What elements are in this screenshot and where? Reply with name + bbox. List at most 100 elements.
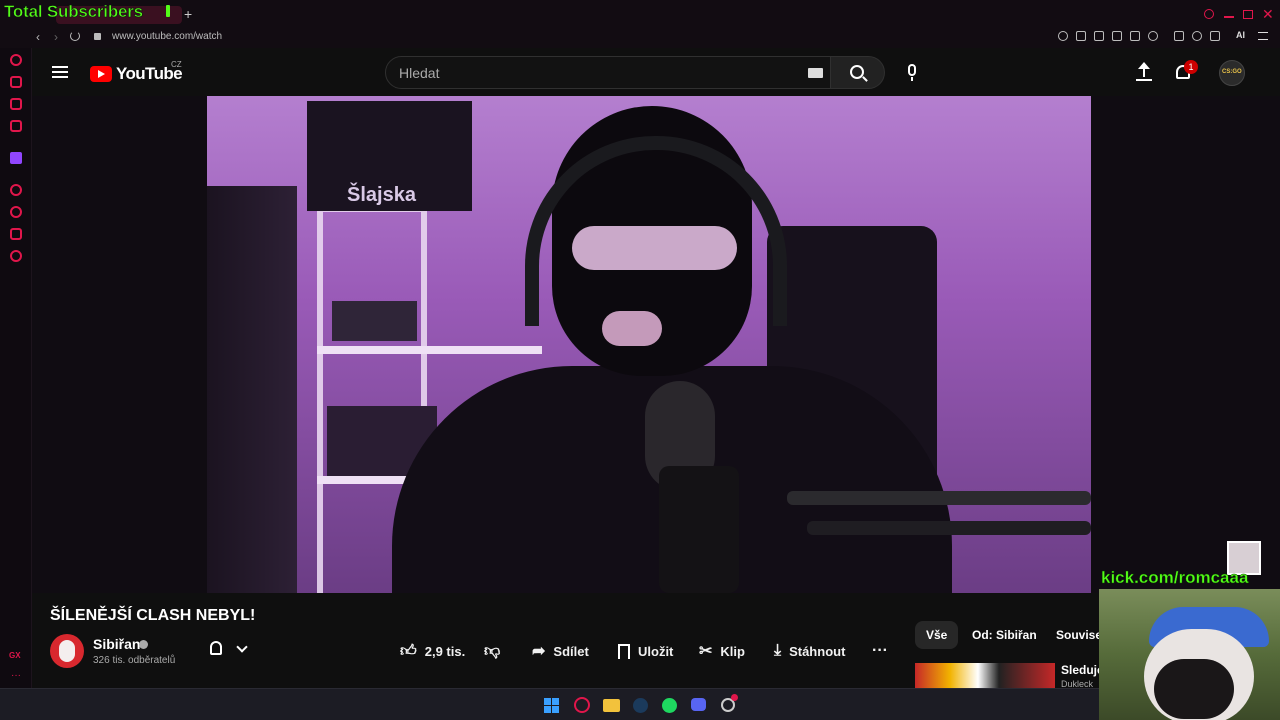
chip-from-channel[interactable]: Od: Sibiřan [962, 621, 1047, 649]
download-button[interactable]: ⤓ Stáhnout [774, 634, 845, 668]
sidebar-extensions-icon[interactable] [10, 228, 22, 240]
forward-icon[interactable]: › [54, 30, 58, 44]
shield-icon[interactable] [1130, 31, 1140, 41]
app-tray-icon[interactable] [721, 694, 738, 712]
windows-taskbar [0, 688, 1280, 720]
zoom-icon[interactable] [1058, 31, 1068, 41]
back-icon[interactable]: ‹ [36, 30, 40, 44]
region-label: CZ [171, 60, 182, 69]
shelf-device [332, 301, 417, 341]
chip-related[interactable]: Souvisej [1046, 621, 1100, 649]
url-field[interactable]: www.youtube.com/watch [112, 31, 222, 42]
extension-icon[interactable] [1112, 31, 1122, 41]
sidebar-settings-icon[interactable] [10, 250, 22, 262]
share-button[interactable]: ➦ Sdílet [532, 634, 589, 668]
new-tab-button[interactable]: + [184, 6, 198, 22]
youtube-logo[interactable]: YouTube [90, 64, 183, 84]
search-button[interactable] [831, 56, 885, 89]
like-button[interactable]: 👍︎ 2,9 tis. [400, 634, 465, 668]
notification-badge: 1 [1184, 60, 1198, 74]
channel-name[interactable]: Sibiřan [93, 636, 140, 652]
bookmark-icon [618, 643, 630, 659]
opera-gx-taskbar-icon[interactable] [574, 697, 590, 713]
sidebar-tv-icon[interactable] [10, 120, 22, 132]
share-icon: ➦ [532, 643, 546, 660]
bell-outline-icon [210, 641, 222, 655]
share-label: Sdílet [553, 643, 589, 659]
avatar-label: CS:GO [1222, 69, 1242, 75]
hanging-clothes [207, 186, 297, 593]
dog-nose [1154, 659, 1234, 719]
save-label: Uložit [638, 643, 674, 659]
voice-search-button[interactable] [895, 56, 929, 89]
youtube-play-icon [90, 66, 112, 82]
heart-icon[interactable] [1148, 31, 1158, 41]
pin-icon[interactable] [1076, 31, 1086, 41]
gx-label: GX [9, 651, 21, 660]
ai-button[interactable]: AI [1236, 30, 1245, 40]
browser-tab-bar: + Total Subscribers ✕ [0, 0, 1280, 28]
subscriber-count: 326 tis. odběratelů [93, 655, 176, 666]
recommended-title[interactable]: Sleduje [1061, 663, 1104, 677]
spotify-icon[interactable] [662, 698, 677, 713]
download-label: Stáhnout [789, 643, 846, 659]
scissors-icon: ✂ [699, 643, 713, 660]
upload-button[interactable] [1134, 62, 1154, 82]
clip-button[interactable]: ✂ Klip [699, 634, 745, 668]
kick-link-text: kick.com/romcaaa [1101, 568, 1249, 587]
sidebar-chat-icon[interactable] [10, 98, 22, 110]
clip-label: Klip [720, 643, 745, 659]
keyboard-icon[interactable] [808, 68, 823, 78]
poster-text: Šlajska [347, 184, 416, 206]
subscribe-bell-button[interactable] [202, 639, 254, 661]
snapshot-icon[interactable] [1094, 31, 1104, 41]
reload-icon[interactable] [70, 31, 80, 41]
sidebar-twitch-icon[interactable] [10, 152, 22, 164]
channel-avatar[interactable] [50, 634, 84, 668]
discord-icon[interactable] [691, 698, 706, 711]
video-player[interactable]: Šlajska [32, 96, 1280, 593]
sidebar-more-icon[interactable]: ··· [11, 670, 21, 681]
thumbs-down-icon: 👎︎ [484, 642, 501, 660]
steam-icon[interactable] [633, 698, 648, 713]
youtube-header: YouTube CZ Hledat 1 CS:GO [32, 48, 1280, 96]
hamburger-menu-icon[interactable] [52, 66, 68, 78]
chip-all[interactable]: Vše [915, 621, 959, 649]
menu-icon[interactable] [1258, 32, 1268, 40]
more-icon: ··· [872, 642, 888, 659]
subscriber-overlay-mark [166, 5, 170, 17]
microphone-icon [908, 64, 916, 76]
save-button[interactable]: Uložit [618, 634, 673, 668]
search-input[interactable]: Hledat [385, 56, 831, 89]
file-explorer-icon[interactable] [603, 699, 620, 712]
download-icon[interactable] [1210, 31, 1220, 41]
recommended-subtitle: Dukleck [1061, 679, 1094, 688]
cube-icon[interactable] [1174, 31, 1184, 41]
browser-search-icon[interactable] [1204, 9, 1214, 19]
maximize-button[interactable] [1243, 10, 1253, 19]
sidebar-history-icon[interactable] [10, 206, 22, 218]
account-avatar[interactable]: CS:GO [1219, 60, 1245, 86]
verified-icon [139, 640, 148, 649]
mic-arm [787, 491, 1091, 505]
notifications-button[interactable]: 1 [1174, 60, 1198, 84]
more-actions-button[interactable]: ··· [872, 634, 888, 668]
profile-icon[interactable] [1192, 31, 1202, 41]
facecam [1099, 589, 1280, 720]
sidebar-speed-dial-icon[interactable] [10, 54, 22, 66]
sidebar-player-icon[interactable] [10, 184, 22, 196]
dislike-button[interactable]: 👎︎ [484, 634, 500, 668]
microphone-body [659, 466, 739, 593]
recommended-thumbnail[interactable] [915, 663, 1055, 688]
mic-arm-lower [807, 521, 1091, 535]
video-info: ŠÍLENĚJŠÍ CLASH NEBYL! Sibiřan 326 tis. … [32, 593, 1280, 688]
start-windows-icon[interactable] [544, 698, 559, 713]
chevron-down-icon [236, 641, 248, 653]
sidebar-messenger-icon[interactable] [10, 76, 22, 88]
search-placeholder: Hledat [399, 65, 440, 81]
minimize-button[interactable] [1224, 16, 1234, 18]
close-button[interactable]: ✕ [1262, 7, 1274, 21]
video-frame[interactable]: Šlajska [207, 96, 1091, 593]
like-count: 2,9 tis. [424, 643, 466, 659]
lock-icon [94, 33, 101, 40]
